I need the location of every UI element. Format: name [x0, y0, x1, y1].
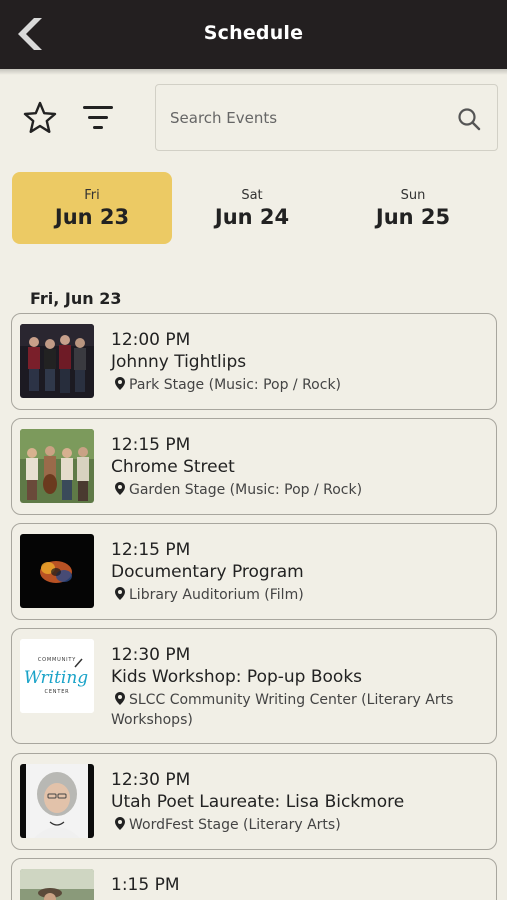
- svg-text:Writing: Writing: [24, 668, 88, 688]
- map-pin-icon: [115, 482, 125, 495]
- event-thumbnail: [20, 764, 94, 838]
- page-title: Schedule: [203, 22, 304, 44]
- event-time: 12:00 PM: [111, 330, 191, 350]
- section-heading: Fri, Jun 23: [30, 289, 122, 308]
- day-tab-date: Jun 25: [375, 205, 451, 229]
- filter-lines-icon: [83, 106, 113, 129]
- event-time: 12:30 PM: [111, 770, 191, 790]
- event-location: Library Auditorium (Film): [111, 585, 461, 605]
- event-thumbnail: [20, 324, 94, 398]
- event-card-documentary-program[interactable]: 12:15 PM Documentary Program Library Aud…: [11, 523, 497, 620]
- day-tab-date: Jun 23: [54, 205, 130, 229]
- map-pin-icon: [115, 817, 125, 830]
- event-title: Chrome Street: [111, 457, 235, 477]
- day-tab-weekday: Sat: [241, 188, 263, 203]
- header-shadow: [0, 69, 507, 75]
- event-location: SLCC Community Writing Center (Literary …: [111, 690, 461, 730]
- event-card-partial[interactable]: 1:15 PM: [11, 858, 497, 900]
- svg-text:COMMUNITY: COMMUNITY: [38, 657, 76, 663]
- day-tab-sun[interactable]: Sun Jun 25: [333, 172, 493, 244]
- event-location-text: WordFest Stage (Literary Arts): [129, 817, 341, 833]
- day-tab-weekday: Sun: [400, 188, 426, 203]
- svg-text:CENTER: CENTER: [45, 689, 70, 695]
- map-pin-icon: [115, 377, 125, 390]
- event-location: Park Stage (Music: Pop / Rock): [111, 375, 461, 395]
- event-location-text: SLCC Community Writing Center (Literary …: [111, 692, 454, 728]
- event-thumbnail: [20, 869, 94, 900]
- search-input[interactable]: [170, 105, 440, 131]
- search-box: [155, 84, 498, 151]
- event-time: 12:30 PM: [111, 645, 191, 665]
- community-writing-center-logo: COMMUNITY Writing CENTER: [20, 639, 94, 713]
- search-icon[interactable]: [456, 106, 482, 132]
- event-time: 12:15 PM: [111, 435, 191, 455]
- event-location: WordFest Stage (Literary Arts): [111, 815, 461, 835]
- event-location-text: Library Auditorium (Film): [129, 587, 304, 603]
- event-card-utah-poet-laureate[interactable]: 12:30 PM Utah Poet Laureate: Lisa Bickmo…: [11, 753, 497, 850]
- event-thumbnail: [20, 534, 94, 608]
- event-location-text: Garden Stage (Music: Pop / Rock): [129, 482, 363, 498]
- event-title: Johnny Tightlips: [111, 352, 247, 372]
- event-thumbnail: COMMUNITY Writing CENTER: [20, 639, 94, 713]
- event-card-johnny-tightlips[interactable]: 12:00 PM Johnny Tightlips Park Stage (Mu…: [11, 313, 497, 410]
- favorites-button[interactable]: [22, 100, 58, 136]
- event-card-chrome-street[interactable]: 12:15 PM Chrome Street Garden Stage (Mus…: [11, 418, 497, 515]
- event-time: 12:15 PM: [111, 540, 191, 560]
- day-tab-date: Jun 24: [214, 205, 290, 229]
- event-title: Utah Poet Laureate: Lisa Bickmore: [111, 792, 405, 812]
- event-location-text: Park Stage (Music: Pop / Rock): [129, 377, 342, 393]
- top-app-bar: Schedule: [0, 0, 507, 69]
- star-outline-icon: [23, 101, 57, 133]
- map-pin-icon: [115, 692, 125, 705]
- map-pin-icon: [115, 587, 125, 600]
- day-tab-weekday: Fri: [84, 188, 100, 203]
- event-location: Garden Stage (Music: Pop / Rock): [111, 480, 461, 500]
- event-title: Kids Workshop: Pop-up Books: [111, 667, 363, 687]
- event-title: Documentary Program: [111, 562, 304, 582]
- event-thumbnail: [20, 429, 94, 503]
- event-time: 1:15 PM: [111, 875, 180, 895]
- filter-button[interactable]: [80, 102, 116, 134]
- day-tab-fri[interactable]: Fri Jun 23: [12, 172, 172, 244]
- event-card-kids-workshop[interactable]: COMMUNITY Writing CENTER 12:30 PM Kids W…: [11, 628, 497, 744]
- day-tab-sat[interactable]: Sat Jun 24: [172, 172, 332, 244]
